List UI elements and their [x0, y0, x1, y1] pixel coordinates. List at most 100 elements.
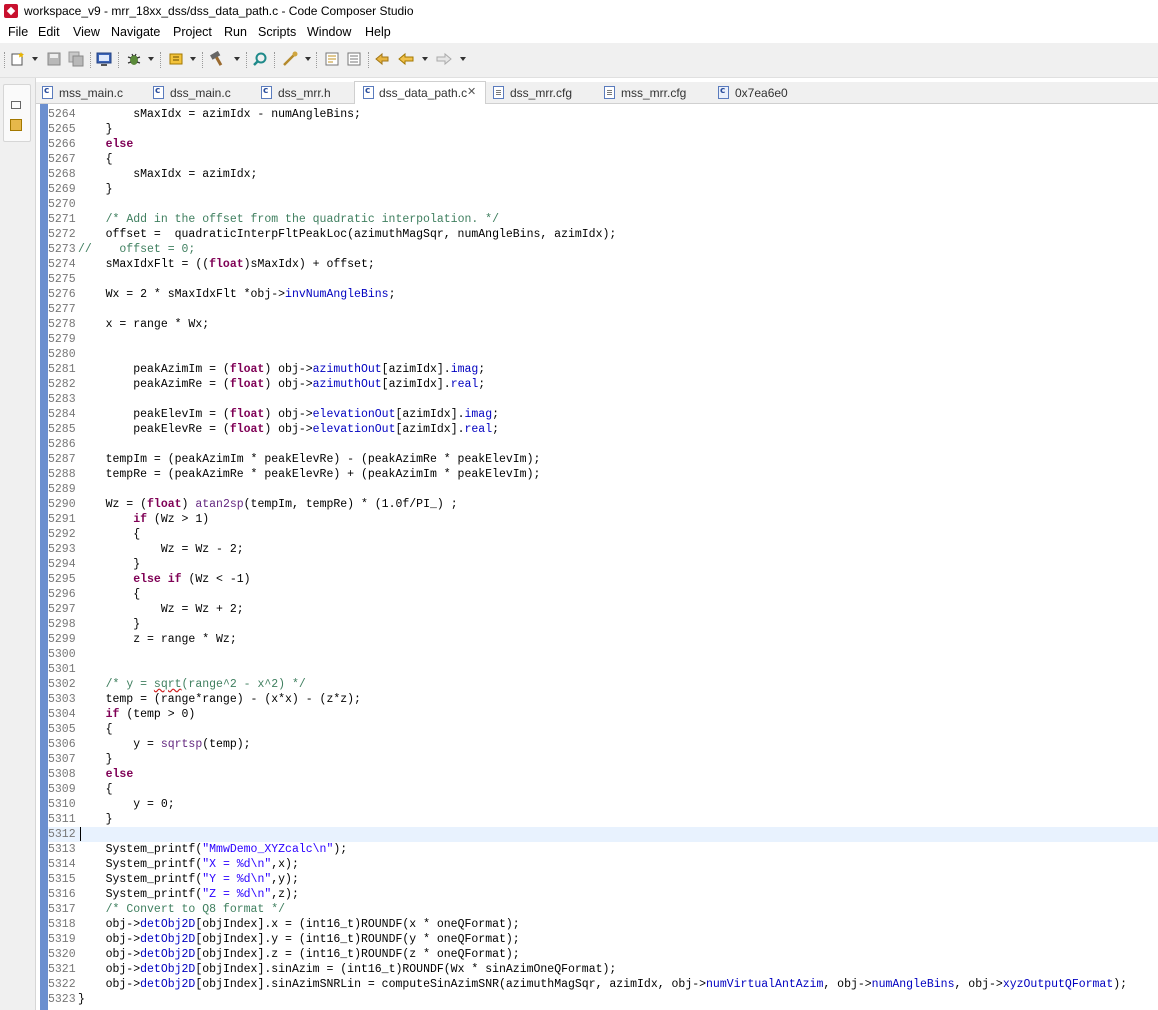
code-line[interactable]: 5267 {: [48, 152, 1158, 167]
new-icon[interactable]: [10, 51, 26, 67]
code-line[interactable]: 5275: [48, 272, 1158, 287]
menu-file[interactable]: File: [8, 25, 28, 39]
code-line[interactable]: 5291 if (Wz > 1): [48, 512, 1158, 527]
tab-dss-data-path-c[interactable]: dss_data_path.c ✕: [354, 81, 486, 104]
code-line[interactable]: 5272 offset = quadraticInterpFltPeakLoc(…: [48, 227, 1158, 242]
run-icon[interactable]: [282, 51, 298, 67]
flash-icon[interactable]: [168, 51, 184, 67]
code-line[interactable]: 5315 System_printf("Y = %d\n",y);: [48, 872, 1158, 887]
code-line[interactable]: 5312: [48, 827, 1158, 842]
code-line[interactable]: 5284 peakElevIm = (float) obj->elevation…: [48, 407, 1158, 422]
code-line[interactable]: 5309 {: [48, 782, 1158, 797]
code-line[interactable]: 5285 peakElevRe = (float) obj->elevation…: [48, 422, 1158, 437]
code-line[interactable]: 5289: [48, 482, 1158, 497]
task-icon[interactable]: [346, 51, 362, 67]
code-line[interactable]: 5268 sMaxIdx = azimIdx;: [48, 167, 1158, 182]
code-line[interactable]: 5311 }: [48, 812, 1158, 827]
code-line[interactable]: 5294 }: [48, 557, 1158, 572]
new-dropdown-arrow[interactable]: [32, 57, 38, 61]
code-line[interactable]: 5305 {: [48, 722, 1158, 737]
tab-dss-main-c[interactable]: dss_main.c: [153, 82, 253, 103]
build-icon[interactable]: [210, 51, 226, 67]
code-line[interactable]: 5293 Wz = Wz - 2;: [48, 542, 1158, 557]
forward-dropdown-arrow[interactable]: [460, 57, 466, 61]
code-line[interactable]: 5271 /* Add in the offset from the quadr…: [48, 212, 1158, 227]
menu-window[interactable]: Window: [307, 25, 351, 39]
code-line[interactable]: 5322 obj->detObj2D[objIndex].sinAzimSNRL…: [48, 977, 1158, 992]
code-line[interactable]: 5313 System_printf("MmwDemo_XYZcalc\n");: [48, 842, 1158, 857]
tab-dss-mrr-cfg[interactable]: dss_mrr.cfg: [493, 82, 593, 103]
menu-help[interactable]: Help: [365, 25, 391, 39]
code-line[interactable]: 5308 else: [48, 767, 1158, 782]
tab-0x7ea6e0[interactable]: 0x7ea6e0: [718, 82, 808, 103]
forward-icon[interactable]: [436, 51, 452, 67]
menu-run[interactable]: Run: [224, 25, 247, 39]
code-line[interactable]: 5302 /* y = sqrt(range^2 - x^2) */: [48, 677, 1158, 692]
code-line[interactable]: 5307 }: [48, 752, 1158, 767]
search-icon[interactable]: [252, 51, 268, 67]
code-line[interactable]: 5273// offset = 0;: [48, 242, 1158, 257]
code-line[interactable]: 5265 }: [48, 122, 1158, 137]
project-explorer-icon[interactable]: [10, 119, 22, 131]
code-line[interactable]: 5277: [48, 302, 1158, 317]
tab-mss-mrr-cfg[interactable]: mss_mrr.cfg: [604, 82, 704, 103]
code-line[interactable]: 5298 }: [48, 617, 1158, 632]
menu-edit[interactable]: Edit: [38, 25, 60, 39]
run-dropdown-arrow[interactable]: [305, 57, 311, 61]
code-line[interactable]: 5323}: [48, 992, 1158, 1007]
code-line[interactable]: 5287 tempIm = (peakAzimIm * peakElevRe) …: [48, 452, 1158, 467]
prev-annotation-icon[interactable]: [374, 51, 390, 67]
code-line[interactable]: 5318 obj->detObj2D[objIndex].x = (int16_…: [48, 917, 1158, 932]
code-line[interactable]: 5297 Wz = Wz + 2;: [48, 602, 1158, 617]
code-line[interactable]: 5296 {: [48, 587, 1158, 602]
flash-dropdown-arrow[interactable]: [190, 57, 196, 61]
code-line[interactable]: 5292 {: [48, 527, 1158, 542]
code-line[interactable]: 5280: [48, 347, 1158, 362]
menu-project[interactable]: Project: [173, 25, 212, 39]
code-line[interactable]: 5300: [48, 647, 1158, 662]
debug-icon[interactable]: [126, 51, 142, 67]
code-line[interactable]: 5288 tempRe = (peakAzimRe * peakElevRe) …: [48, 467, 1158, 482]
code-line[interactable]: 5269 }: [48, 182, 1158, 197]
save-icon[interactable]: [46, 51, 62, 67]
annotation-icon[interactable]: [324, 51, 340, 67]
debug-dropdown-arrow[interactable]: [148, 57, 154, 61]
code-line[interactable]: 5266 else: [48, 137, 1158, 152]
code-line[interactable]: 5319 obj->detObj2D[objIndex].y = (int16_…: [48, 932, 1158, 947]
code-editor[interactable]: 5264 sMaxIdx = azimIdx - numAngleBins; 52…: [36, 104, 1158, 1010]
code-line[interactable]: 5279: [48, 332, 1158, 347]
code-line[interactable]: 5295 else if (Wz < -1): [48, 572, 1158, 587]
code-line[interactable]: 5286: [48, 437, 1158, 452]
code-line[interactable]: 5316 System_printf("Z = %d\n",z);: [48, 887, 1158, 902]
code-line[interactable]: 5282 peakAzimRe = (float) obj->azimuthOu…: [48, 377, 1158, 392]
menu-view[interactable]: View: [73, 25, 100, 39]
code-line[interactable]: 5283: [48, 392, 1158, 407]
code-line[interactable]: 5301: [48, 662, 1158, 677]
code-line[interactable]: 5320 obj->detObj2D[objIndex].z = (int16_…: [48, 947, 1158, 962]
code-line[interactable]: 5299 z = range * Wz;: [48, 632, 1158, 647]
build-dropdown-arrow[interactable]: [234, 57, 240, 61]
back-dropdown-arrow[interactable]: [422, 57, 428, 61]
code-line[interactable]: 5264 sMaxIdx = azimIdx - numAngleBins;: [48, 107, 1158, 122]
close-tab-icon[interactable]: ✕: [467, 85, 476, 98]
menu-navigate[interactable]: Navigate: [111, 25, 160, 39]
code-line[interactable]: 5321 obj->detObj2D[objIndex].sinAzim = (…: [48, 962, 1158, 977]
restore-icon[interactable]: [11, 101, 21, 109]
code-line[interactable]: 5317 /* Convert to Q8 format */: [48, 902, 1158, 917]
back-icon[interactable]: [398, 51, 414, 67]
code-line[interactable]: 5310 y = 0;: [48, 797, 1158, 812]
code-line[interactable]: 5270: [48, 197, 1158, 212]
code-line[interactable]: 5306 y = sqrtsp(temp);: [48, 737, 1158, 752]
code-line[interactable]: 5304 if (temp > 0): [48, 707, 1158, 722]
tab-dss-mrr-h[interactable]: dss_mrr.h: [261, 82, 357, 103]
menu-scripts[interactable]: Scripts: [258, 25, 296, 39]
code-line[interactable]: 5290 Wz = (float) atan2sp(tempIm, tempRe…: [48, 497, 1158, 512]
code-line[interactable]: 5274 sMaxIdxFlt = ((float)sMaxIdx) + off…: [48, 257, 1158, 272]
code-line[interactable]: 5281 peakAzimIm = (float) obj->azimuthOu…: [48, 362, 1158, 377]
tab-mss-main-c[interactable]: mss_main.c: [42, 82, 146, 103]
terminal-icon[interactable]: [96, 51, 112, 67]
code-line[interactable]: 5303 temp = (range*range) - (x*x) - (z*z…: [48, 692, 1158, 707]
code-line[interactable]: 5314 System_printf("X = %d\n",x);: [48, 857, 1158, 872]
code-line[interactable]: 5276 Wx = 2 * sMaxIdxFlt *obj->invNumAng…: [48, 287, 1158, 302]
code-line[interactable]: 5278 x = range * Wx;: [48, 317, 1158, 332]
